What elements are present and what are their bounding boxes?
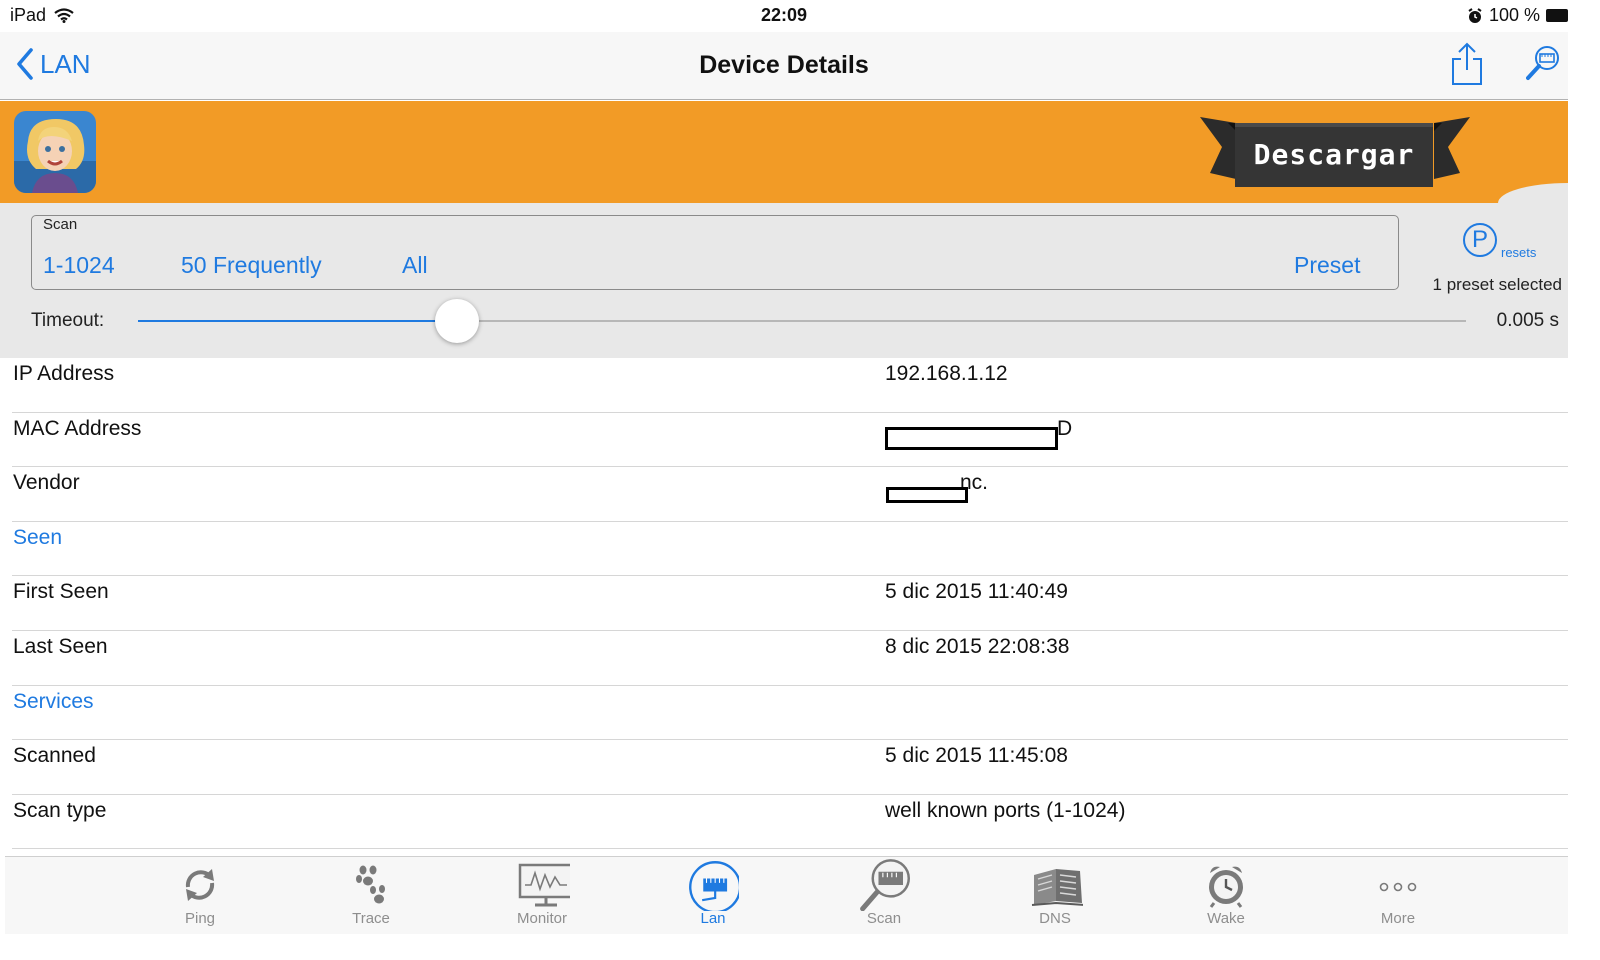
lan-icon [689, 861, 739, 911]
download-button[interactable]: Descargar [1200, 117, 1470, 189]
device-details-list: IP Address 192.168.1.12 MAC Address D Ve… [0, 358, 1568, 850]
mac-address-value: D [1057, 416, 1073, 440]
vendor-row: Vendor nc. [0, 467, 1568, 522]
ip-address-value: 192.168.1.12 [885, 362, 1008, 385]
tab-more[interactable]: More [1338, 857, 1458, 935]
ip-address-label: IP Address [13, 362, 115, 385]
first-seen-value: 5 dic 2015 11:40:49 [885, 580, 1068, 604]
battery-percent: 100 % [1488, 5, 1540, 25]
tab-label: Wake [1207, 910, 1245, 927]
dns-icon [1031, 869, 1083, 906]
presets-label: resets [1501, 245, 1537, 260]
last-seen-label: Last Seen [13, 634, 108, 658]
scan-legend: Scan [43, 216, 78, 233]
scan-option-50-frequently[interactable]: 50 Frequently [181, 252, 322, 279]
presets-icon: P [1463, 223, 1497, 257]
redaction-box [886, 487, 968, 504]
mac-address-label: MAC Address [13, 416, 142, 440]
mac-address-row: MAC Address D [0, 413, 1568, 468]
ip-address-row: IP Address 192.168.1.12 [0, 358, 1568, 413]
preset-status: 1 preset selected [1432, 275, 1562, 294]
alarm-clock-icon [1209, 866, 1243, 908]
share-icon[interactable] [1450, 42, 1484, 86]
timeout-label: Timeout: [31, 310, 105, 331]
tab-label: Monitor [516, 910, 568, 927]
scan-option-all[interactable]: All [402, 252, 428, 279]
scan-icon [860, 859, 910, 911]
presets-button[interactable]: P resets [1463, 223, 1537, 271]
tab-label: More [1380, 910, 1416, 927]
tab-ping[interactable]: Ping [140, 857, 260, 935]
status-time: 22:09 [760, 5, 808, 25]
battery-icon [1546, 9, 1568, 22]
tab-label: Trace [352, 910, 390, 927]
tab-label: Ping [184, 910, 216, 927]
scan-type-value: well known ports (1-1024) [885, 798, 1126, 822]
paw-icon [356, 865, 385, 904]
scan-option-preset[interactable]: Preset [1294, 252, 1360, 279]
services-section-header: Services [0, 686, 1568, 741]
timeout-value: 0.005 s [1496, 310, 1559, 331]
last-seen-value: 8 dic 2015 22:08:38 [885, 634, 1070, 658]
tab-wake[interactable]: Wake [1166, 857, 1286, 935]
scanned-value: 5 dic 2015 11:45:08 [885, 744, 1068, 768]
scan-panel: Scan 1-1024 50 Frequently All Preset P r… [0, 203, 1568, 358]
status-bar: iPad 22:09 100 % [0, 0, 1568, 32]
last-seen-row: Last Seen 8 dic 2015 22:08:38 [0, 631, 1568, 686]
search-device-icon[interactable] [1526, 44, 1562, 82]
tab-label: Lan [700, 910, 726, 927]
seen-section-header: Seen [0, 522, 1568, 577]
scanned-row: Scanned 5 dic 2015 11:45:08 [0, 740, 1568, 795]
scan-type-row: Scan type well known ports (1-1024) [0, 795, 1568, 850]
monitor-icon [518, 863, 570, 907]
first-seen-row: First Seen 5 dic 2015 11:40:49 [0, 576, 1568, 631]
scanned-label: Scanned [13, 744, 96, 768]
vendor-label: Vendor [13, 471, 80, 495]
timeout-slider[interactable] [138, 299, 1466, 343]
seen-header: Seen [13, 525, 63, 549]
scan-option-1-1024[interactable]: 1-1024 [43, 252, 115, 279]
page-title: Device Details [699, 51, 869, 79]
scan-type-label: Scan type [13, 798, 107, 822]
navigation-bar: LAN Device Details [0, 32, 1568, 100]
tab-label: DNS [1039, 910, 1071, 927]
ad-banner[interactable]: Descargar [0, 101, 1568, 203]
services-header: Services [13, 689, 94, 713]
tab-dns[interactable]: DNS [995, 857, 1115, 935]
first-seen-label: First Seen [13, 580, 109, 604]
alarm-icon [1468, 7, 1482, 23]
more-icon [1379, 882, 1417, 892]
scan-range-selector: Scan 1-1024 50 Frequently All Preset [31, 215, 1399, 290]
redaction-box [885, 426, 1058, 450]
tab-bar: Ping Trace Monitor Lan Scan DNS Wake Mor… [5, 856, 1568, 934]
slider-fill [138, 320, 457, 322]
tab-monitor[interactable]: Monitor [482, 857, 602, 935]
download-label: Descargar [1253, 138, 1415, 171]
tab-label: Scan [866, 910, 902, 927]
tab-trace[interactable]: Trace [311, 857, 431, 935]
ping-icon [185, 869, 215, 901]
ad-app-icon[interactable] [14, 111, 96, 193]
tab-lan[interactable]: Lan [653, 857, 773, 935]
slider-thumb[interactable] [434, 299, 479, 343]
tab-scan[interactable]: Scan [824, 857, 944, 935]
